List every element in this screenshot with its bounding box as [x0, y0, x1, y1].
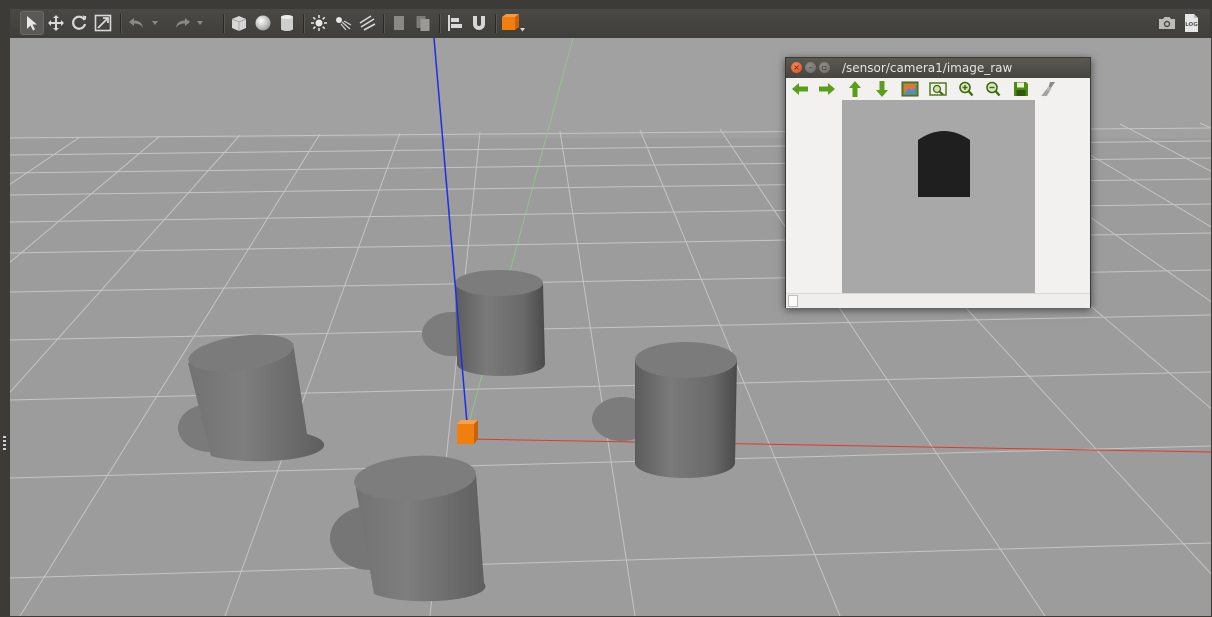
screenshot-camera-icon[interactable] — [1155, 11, 1179, 35]
zoom-out-icon[interactable] — [982, 80, 1004, 98]
align-icon[interactable] — [443, 11, 467, 35]
up-arrow-icon[interactable] — [844, 80, 866, 98]
save-image-icon[interactable] — [899, 80, 921, 98]
select-mode-icon[interactable] — [20, 11, 44, 35]
brush-clear-icon[interactable] — [1037, 80, 1059, 98]
camera-image-display[interactable] — [842, 100, 1035, 293]
forward-arrow-icon[interactable] — [816, 80, 838, 98]
cylinder-shape-icon[interactable] — [275, 11, 299, 35]
redo-icon[interactable] — [170, 11, 194, 35]
zoom-fit-icon[interactable] — [927, 80, 949, 98]
gazebo-window: LOG × – ▫ /sensor/camera1/image_raw — [0, 0, 1212, 617]
image-view-titlebar[interactable]: × – ▫ /sensor/camera1/image_raw — [786, 58, 1090, 78]
rotate-mode-icon[interactable] — [67, 11, 91, 35]
box-shape-icon[interactable] — [227, 11, 251, 35]
cylinder-model[interactable] — [455, 270, 545, 376]
redo-history-icon[interactable] — [193, 11, 207, 35]
log-icon-label: LOG — [1185, 22, 1198, 28]
side-panel-splitter[interactable] — [0, 38, 10, 617]
camera-view-cylinder — [918, 131, 970, 197]
image-view-toolbar — [786, 78, 1090, 100]
spot-light-icon[interactable] — [331, 11, 355, 35]
scale-mode-icon[interactable] — [91, 11, 115, 35]
directional-light-icon[interactable] — [355, 11, 379, 35]
back-arrow-icon[interactable] — [789, 80, 811, 98]
window-close-icon[interactable]: × — [791, 62, 802, 73]
image-view-title: /sensor/camera1/image_raw — [842, 61, 1013, 75]
splitter-grip-icon[interactable] — [3, 436, 6, 450]
paste-icon[interactable] — [411, 11, 435, 35]
change-view-icon[interactable] — [499, 11, 527, 35]
undo-history-icon[interactable] — [148, 11, 162, 35]
window-minimize-icon[interactable]: – — [805, 62, 816, 73]
log-icon[interactable]: LOG — [1179, 11, 1203, 35]
cylinder-model[interactable] — [353, 452, 486, 602]
image-view-window[interactable]: × – ▫ /sensor/camera1/image_raw — [785, 57, 1091, 308]
undo-icon[interactable] — [125, 11, 149, 35]
point-light-icon[interactable] — [307, 11, 331, 35]
camera-sensor-model[interactable] — [457, 420, 478, 444]
window-maximize-icon[interactable]: ▫ — [819, 62, 830, 73]
cylinder-model[interactable] — [635, 342, 737, 478]
down-arrow-icon[interactable] — [871, 80, 893, 98]
translate-mode-icon[interactable] — [44, 11, 68, 35]
snap-icon[interactable] — [467, 11, 491, 35]
image-view-statusbar — [786, 293, 1090, 308]
zoom-in-icon[interactable] — [955, 80, 977, 98]
main-toolbar: LOG — [10, 9, 1210, 39]
resize-grip-icon[interactable] — [788, 295, 798, 307]
copy-icon[interactable] — [387, 11, 411, 35]
floppy-save-icon[interactable] — [1010, 80, 1032, 98]
sphere-shape-icon[interactable] — [251, 11, 275, 35]
